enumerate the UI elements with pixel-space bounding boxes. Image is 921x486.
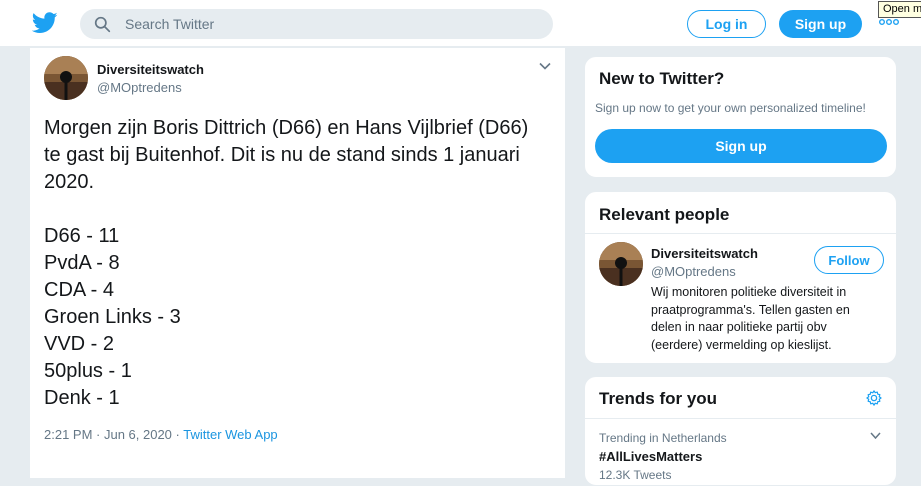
- tweet-timestamp[interactable]: 2:21 PM · Jun 6, 2020: [44, 427, 172, 442]
- top-navigation-bar: Log in Sign up Open more: [0, 0, 921, 47]
- person-handle[interactable]: @MOptredens: [651, 264, 736, 279]
- tweet-text: Morgen zijn Boris Dittrich (D66) en Hans…: [44, 115, 559, 412]
- more-tooltip: Open more: [878, 1, 921, 18]
- new-to-twitter-subtitle: Sign up now to get your own personalized…: [595, 101, 866, 115]
- relevant-people-card: Relevant people Diversiteitswatch @MOptr…: [584, 191, 897, 364]
- more-options-icon[interactable]: [879, 17, 899, 27]
- chevron-down-icon[interactable]: [539, 62, 551, 70]
- author-avatar[interactable]: [44, 56, 88, 100]
- tweet-text-line: PvdA - 8: [44, 252, 120, 274]
- trend-name[interactable]: #AllLivesMatters: [599, 449, 702, 464]
- avatar-image-icon: [599, 242, 643, 286]
- bio-line: praatprogramma's. Tellen gasten en: [651, 302, 850, 317]
- person-name[interactable]: Diversiteitswatch: [651, 246, 758, 261]
- divider: [585, 233, 896, 234]
- trend-count: 12.3K Tweets: [599, 468, 672, 482]
- sidebar-signup-button[interactable]: Sign up: [595, 129, 887, 163]
- tweet-text-line: 50plus - 1: [44, 360, 132, 382]
- divider: [585, 418, 896, 419]
- search-icon: [94, 16, 111, 32]
- tweet-text-line: 2020.: [44, 171, 95, 193]
- tweet-text-line: Denk - 1: [44, 387, 120, 409]
- search-box[interactable]: [80, 9, 553, 39]
- tweet-metadata: 2:21 PM · Jun 6, 2020 · Twitter Web App: [44, 427, 278, 442]
- author-name[interactable]: Diversiteitswatch: [97, 62, 204, 77]
- author-handle[interactable]: @MOptredens: [97, 80, 182, 95]
- search-input[interactable]: [125, 16, 525, 32]
- bio-line: (eerdere) vermelding op kieslijst.: [651, 337, 832, 352]
- bio-line: Wij monitoren politieke diversiteit in: [651, 285, 847, 299]
- meta-separator: ·: [171, 427, 184, 442]
- avatar-image-icon: [44, 56, 88, 100]
- new-to-twitter-title: New to Twitter?: [599, 69, 725, 88]
- relevant-people-title: Relevant people: [599, 205, 730, 224]
- chevron-down-icon[interactable]: [870, 432, 881, 439]
- follow-button[interactable]: Follow: [814, 246, 884, 274]
- signup-button[interactable]: Sign up: [779, 10, 862, 38]
- person-bio: Wij monitoren politieke diversiteit in p…: [651, 284, 881, 354]
- tweet-text-line: Morgen zijn Boris Dittrich (D66) en Hans…: [44, 117, 529, 139]
- tweet-text-line: te gast bij Buitenhof. Dit is nu de stan…: [44, 144, 520, 166]
- new-to-twitter-card: New to Twitter? Sign up now to get your …: [584, 56, 897, 178]
- tweet-text-line: VVD - 2: [44, 333, 115, 355]
- trends-card: Trends for you Trending in Netherlands #…: [584, 376, 897, 486]
- trend-context: Trending in Netherlands: [599, 431, 727, 445]
- trends-title: Trends for you: [599, 389, 718, 408]
- tweet-card: Diversiteitswatch @MOptredens Morgen zij…: [29, 48, 566, 478]
- bio-line: delen in naar politieke partij obv: [651, 320, 827, 334]
- tweet-text-line: Groen Links - 3: [44, 306, 181, 328]
- twitter-logo-icon[interactable]: [32, 12, 58, 34]
- person-avatar[interactable]: [599, 242, 643, 286]
- tweet-text-line: D66 - 11: [44, 225, 120, 247]
- tweet-text-line: [44, 196, 559, 223]
- login-button[interactable]: Log in: [687, 10, 766, 38]
- tweet-source-link[interactable]: Twitter Web App: [183, 427, 277, 442]
- tweet-text-line: CDA - 4: [44, 279, 115, 301]
- gear-icon[interactable]: [865, 389, 883, 407]
